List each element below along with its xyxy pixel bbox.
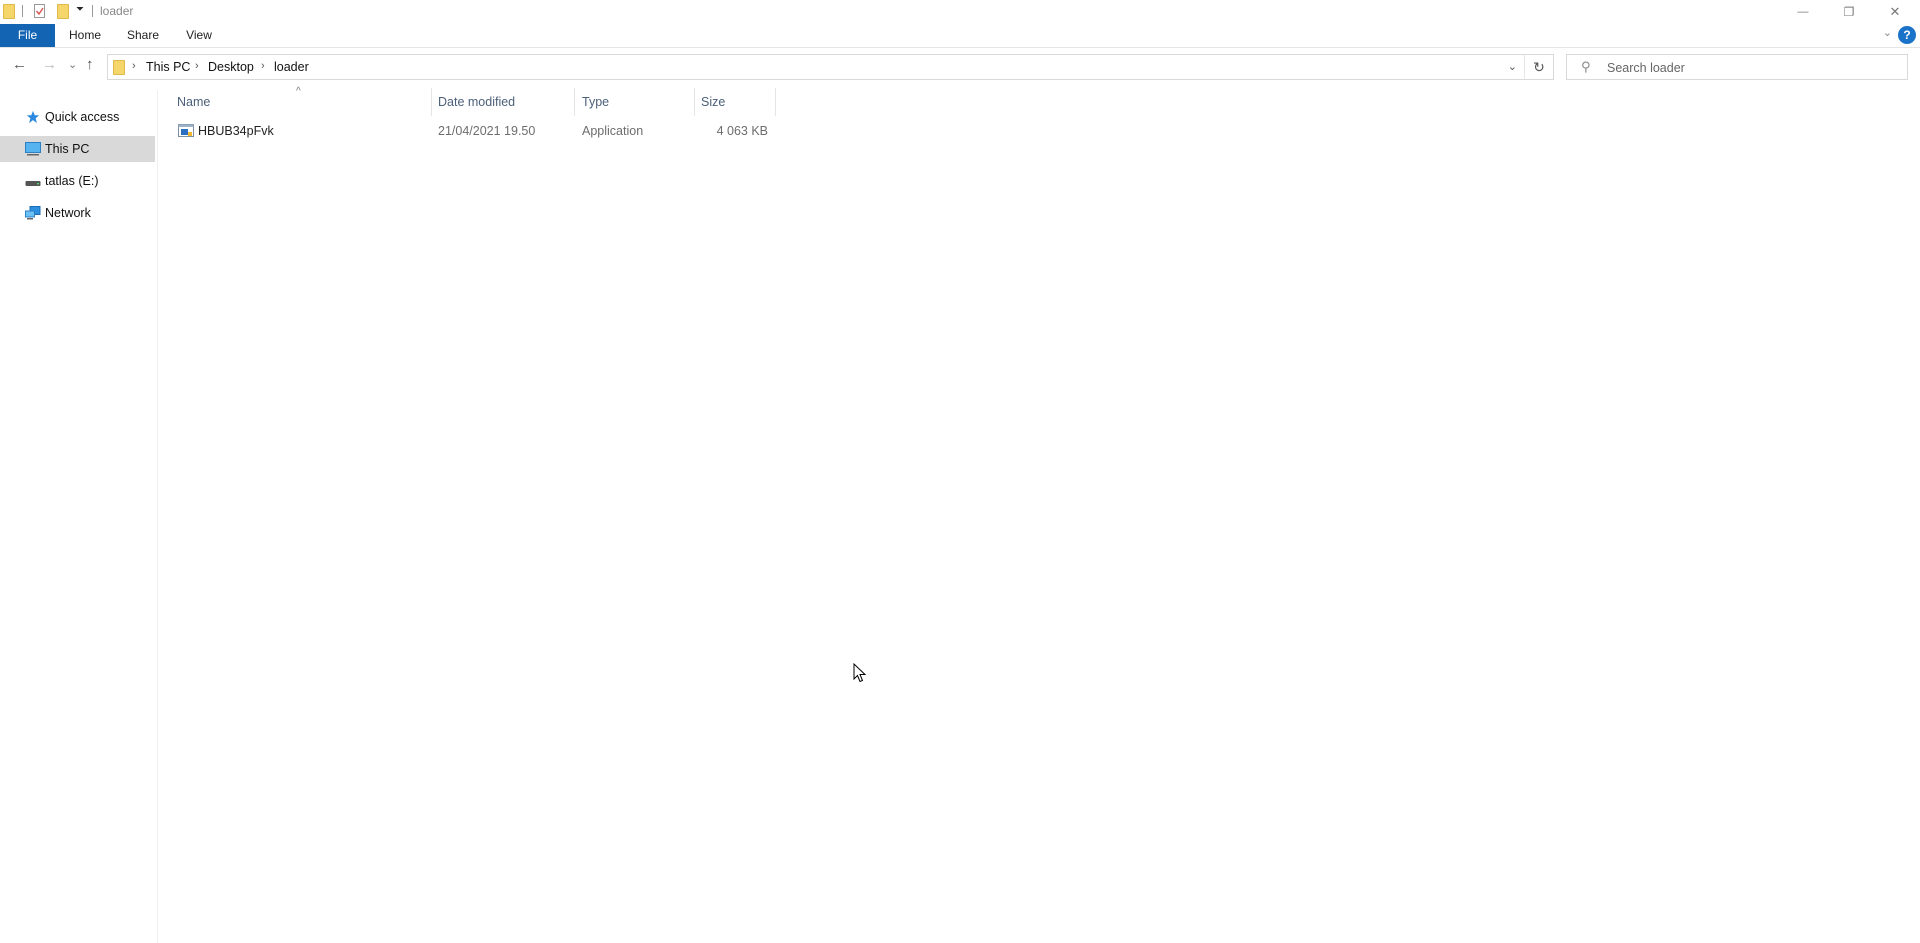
window-title: loader [100, 4, 134, 18]
up-button[interactable]: ↑ [86, 56, 94, 73]
sidebar-item-this-pc[interactable]: This PC [0, 136, 155, 162]
title-bar: ⏷ loader — ❐ ✕ [0, 0, 1920, 24]
folder-icon [113, 60, 125, 75]
minimize-icon: — [1797, 6, 1809, 18]
help-icon[interactable]: ? [1898, 26, 1916, 44]
file-name: HBUB34pFvk [198, 124, 274, 138]
expand-ribbon-icon[interactable]: ⌄ [1883, 26, 1892, 39]
properties-icon[interactable] [34, 4, 45, 18]
file-type: Application [582, 124, 644, 138]
refresh-button[interactable]: ↻ [1524, 54, 1554, 80]
new-folder-icon[interactable] [57, 4, 69, 19]
column-divider[interactable] [431, 88, 432, 116]
search-icon: ⚲ [1581, 59, 1591, 74]
network-icon [25, 206, 41, 220]
recent-locations-button[interactable]: ⌄ [68, 58, 77, 71]
sidebar-item-label: This PC [45, 142, 90, 156]
breadcrumb-this-pc[interactable]: This PC [146, 60, 190, 74]
mouse-cursor-icon [853, 663, 867, 683]
sort-ascending-icon: ^ [296, 86, 301, 97]
breadcrumb-separator[interactable]: › [132, 60, 136, 72]
file-size: 4 063 KB [716, 124, 768, 138]
tab-file[interactable]: File [0, 24, 55, 47]
tab-share[interactable]: Share [120, 24, 166, 47]
breadcrumb-separator[interactable]: › [195, 60, 199, 72]
sidebar-item-drive-e[interactable]: tatlas (E:) [0, 168, 155, 194]
tab-home[interactable]: Home [63, 24, 107, 47]
breadcrumb-desktop[interactable]: Desktop [208, 60, 254, 74]
customize-dropdown-icon[interactable]: ⏷ [76, 4, 84, 15]
breadcrumb-separator[interactable]: › [261, 60, 265, 72]
sidebar-item-label: Network [45, 206, 91, 220]
address-dropdown-icon[interactable]: ⌄ [1508, 60, 1517, 73]
navigation-pane: Quick access This PC tatlas (E:) Network [0, 90, 158, 943]
file-date-modified: 21/04/2021 19.50 [438, 124, 536, 138]
address-bar[interactable]: › This PC › Desktop › loader ⌄ [107, 54, 1554, 80]
sidebar-item-label: tatlas (E:) [45, 174, 99, 188]
tab-view[interactable]: View [178, 24, 220, 47]
column-divider[interactable] [775, 88, 776, 116]
close-button[interactable]: ✕ [1872, 0, 1918, 24]
application-icon [178, 124, 194, 137]
drive-icon [25, 181, 41, 186]
search-input[interactable] [1605, 58, 1899, 78]
sidebar-item-label: Quick access [45, 110, 120, 124]
minimize-button[interactable]: — [1780, 0, 1826, 24]
breadcrumb-loader[interactable]: loader [274, 60, 309, 74]
ribbon-tabs: File Home Share View [0, 24, 1920, 48]
maximize-button[interactable]: ❐ [1826, 0, 1872, 24]
column-header-type[interactable]: Type [582, 95, 609, 109]
restore-icon: ❐ [1843, 5, 1855, 19]
computer-icon [25, 142, 41, 156]
column-divider[interactable] [574, 88, 575, 116]
toolbar-separator [22, 5, 23, 17]
forward-button[interactable]: → [42, 56, 57, 73]
title-separator [92, 5, 93, 17]
close-icon: ✕ [1889, 4, 1901, 19]
column-header-date-modified[interactable]: Date modified [438, 95, 515, 109]
column-header-name[interactable]: Name [177, 95, 210, 109]
star-icon [26, 110, 40, 124]
sidebar-item-network[interactable]: Network [0, 200, 155, 226]
sidebar-item-quick-access[interactable]: Quick access [0, 104, 155, 130]
refresh-icon: ↻ [1533, 59, 1545, 75]
search-box[interactable]: ⚲ [1566, 54, 1908, 80]
back-button[interactable]: ← [12, 56, 27, 73]
file-row[interactable]: HBUB34pFvk 21/04/2021 19.50 Application … [172, 120, 776, 142]
column-divider[interactable] [694, 88, 695, 116]
folder-icon [3, 4, 15, 19]
column-header-size[interactable]: Size [701, 95, 725, 109]
